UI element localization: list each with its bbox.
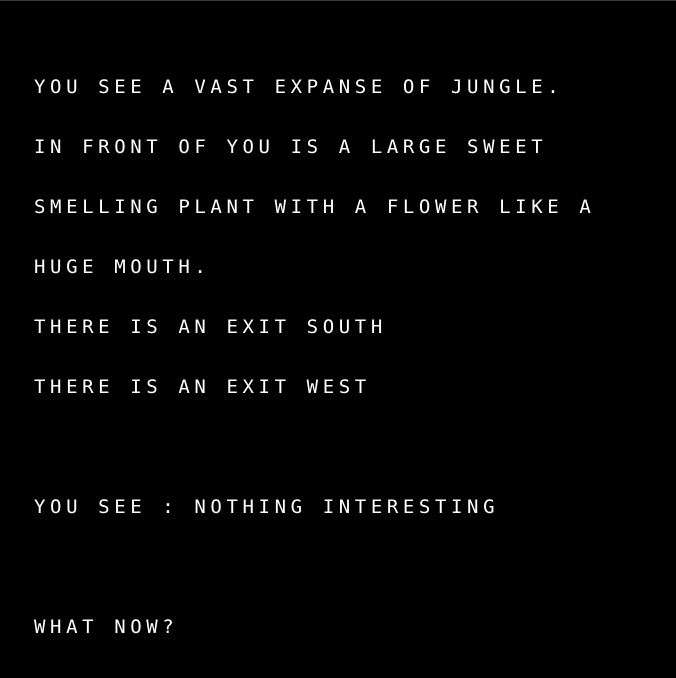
exit-line-west: THERE IS AN EXIT WEST	[34, 376, 371, 398]
room-description-line: IN FRONT OF YOU IS A LARGE SWEET	[34, 136, 548, 158]
room-description-line: YOU SEE A VAST EXPANSE OF JUNGLE.	[34, 76, 564, 98]
command-prompt[interactable]: WHAT NOW?	[34, 617, 654, 637]
game-screen: YOU SEE A VAST EXPANSE OF JUNGLE. IN FRO…	[0, 0, 676, 637]
items-line: YOU SEE : NOTHING INTERESTING	[34, 496, 500, 518]
room-description-line: SMELLING PLANT WITH A FLOWER LIKE A	[34, 196, 596, 218]
text-output: YOU SEE A VAST EXPANSE OF JUNGLE. IN FRO…	[34, 37, 654, 677]
room-description-line: HUGE MOUTH.	[34, 256, 211, 278]
exit-line-south: THERE IS AN EXIT SOUTH	[34, 316, 387, 338]
